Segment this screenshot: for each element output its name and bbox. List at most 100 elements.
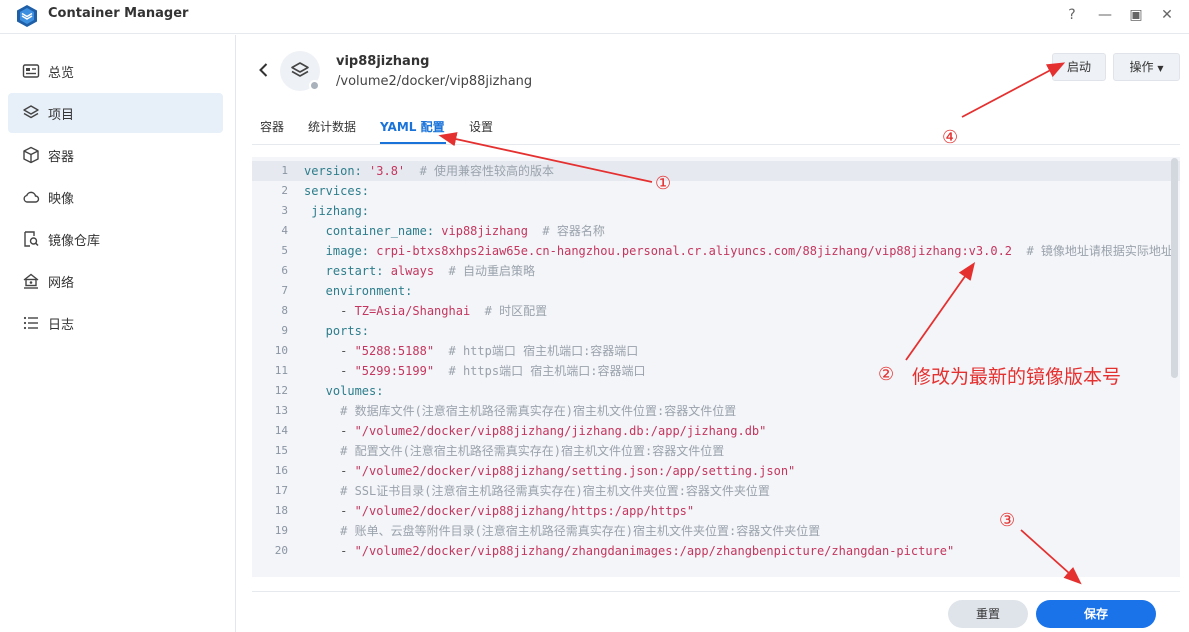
code-token: # 账单、云盘等附件目录(注意宿主机路径需真实存在)宿主机文件夹位置:容器文件夹… <box>304 524 821 538</box>
code-token: volumes: <box>304 384 384 398</box>
code-token: "5299:5199" <box>354 364 435 378</box>
line-code: # 账单、云盘等附件目录(注意宿主机路径需真实存在)宿主机文件夹位置:容器文件夹… <box>304 521 820 541</box>
annotation-number-3: ③ <box>999 510 1016 531</box>
code-token: - <box>304 464 355 478</box>
sidebar: 总览 项目 容器 映像 镜像仓库 网络 日志 <box>0 35 236 632</box>
back-chevron-icon[interactable] <box>255 61 273 79</box>
line-code: - "/volume2/docker/vip88jizhang/https:/a… <box>304 501 694 521</box>
code-token: # 容器名称 <box>527 224 605 238</box>
tab-statistics[interactable]: 统计数据 <box>308 118 356 135</box>
log-list-icon <box>23 316 38 330</box>
image-cloud-icon <box>23 191 40 203</box>
code-token: # 数据库文件(注意宿主机路径需真实存在)宿主机文件位置:容器文件位置 <box>304 404 737 418</box>
line-number: 19 <box>274 524 288 537</box>
line-number: 18 <box>274 504 288 517</box>
close-button[interactable]: ✕ <box>1158 6 1176 24</box>
actions-dropdown-button[interactable]: 操作 ▼ <box>1113 53 1180 81</box>
code-token: # 使用兼容性较高的版本 <box>405 164 555 178</box>
yaml-line: 10 - "5288:5188" # http端口 宿主机端口:容器端口 <box>252 341 1180 361</box>
code-token: vip88jizhang <box>441 224 528 238</box>
arrow-to-start-button <box>961 62 1066 118</box>
sidebar-item-overview[interactable]: 总览 <box>8 51 223 91</box>
line-number: 1 <box>281 164 288 177</box>
annotation-note-version: 修改为最新的镜像版本号 <box>912 366 1122 388</box>
code-token: container_name: <box>304 224 442 238</box>
code-token: "/volume2/docker/vip88jizhang/setting.js… <box>354 464 796 478</box>
actions-label: 操作 <box>1129 60 1154 74</box>
save-button[interactable]: 保存 <box>1036 600 1156 628</box>
yaml-line: 6 restart: always # 自动重启策略 <box>252 261 1180 281</box>
line-number: 3 <box>281 204 288 217</box>
yaml-line: 20 - "/volume2/docker/vip88jizhang/zhang… <box>252 541 1180 561</box>
tab-containers[interactable]: 容器 <box>260 118 284 135</box>
sidebar-item-label: 镜像仓库 <box>48 234 101 249</box>
code-token: "/volume2/docker/vip88jizhang/zhangdanim… <box>354 544 955 558</box>
code-token: ports: <box>304 324 370 338</box>
code-token: # 配置文件(注意宿主机路径需真实存在)宿主机文件位置:容器文件位置 <box>304 444 725 458</box>
editor-scrollbar[interactable] <box>1171 158 1178 378</box>
line-code: container_name: vip88jizhang # 容器名称 <box>304 221 605 241</box>
line-code: version: '3.8' # 使用兼容性较高的版本 <box>304 161 554 181</box>
code-token: # http端口 宿主机端口:容器端口 <box>434 344 639 358</box>
app-title: Container Manager <box>48 6 189 21</box>
footer-divider <box>252 591 1180 592</box>
sidebar-item-label: 映像 <box>48 192 75 207</box>
yaml-line: 17 # SSL证书目录(注意宿主机路径需真实存在)宿主机文件夹位置:容器文件夹… <box>252 481 1180 501</box>
line-number: 12 <box>274 384 288 397</box>
line-code: # 配置文件(注意宿主机路径需真实存在)宿主机文件位置:容器文件位置 <box>304 441 724 461</box>
code-token: version: <box>304 164 370 178</box>
line-code: jizhang: <box>304 201 369 221</box>
sidebar-item-label: 容器 <box>48 150 75 165</box>
code-token: # 镜像地址请根据实际地址 <box>1012 244 1173 258</box>
code-token: "/volume2/docker/vip88jizhang/jizhang.db… <box>354 424 767 438</box>
code-token: # 时区配置 <box>470 304 548 318</box>
help-button[interactable]: ? <box>1063 6 1081 24</box>
line-number: 6 <box>281 264 288 277</box>
container-manager-logo-icon <box>17 5 37 27</box>
sidebar-item-label: 日志 <box>48 318 75 333</box>
sidebar-item-label: 网络 <box>48 276 75 291</box>
container-cube-icon <box>23 146 39 164</box>
minimize-button[interactable]: — <box>1096 6 1114 24</box>
annotation-number-4: ④ <box>942 127 959 148</box>
code-token: image: <box>304 244 377 258</box>
yaml-line: 13 # 数据库文件(注意宿主机路径需真实存在)宿主机文件位置:容器文件位置 <box>252 401 1180 421</box>
sidebar-item-container[interactable]: 容器 <box>8 135 223 175</box>
code-token: "/volume2/docker/vip88jizhang/https:/app… <box>354 504 695 518</box>
line-code: # 数据库文件(注意宿主机路径需真实存在)宿主机文件位置:容器文件位置 <box>304 401 736 421</box>
line-number: 2 <box>281 184 288 197</box>
network-house-icon <box>23 273 39 289</box>
yaml-line: 19 # 账单、云盘等附件目录(注意宿主机路径需真实存在)宿主机文件夹位置:容器… <box>252 521 1180 541</box>
yaml-line: 5 image: crpi-btxs8xhps2iaw65e.cn-hangzh… <box>252 241 1180 261</box>
line-code: # SSL证书目录(注意宿主机路径需真实存在)宿主机文件夹位置:容器文件夹位置 <box>304 481 770 501</box>
line-number: 5 <box>281 244 288 257</box>
line-number: 16 <box>274 464 288 477</box>
registry-search-icon <box>24 231 39 247</box>
sidebar-item-registry[interactable]: 镜像仓库 <box>8 219 223 259</box>
sidebar-item-project[interactable]: 项目 <box>8 93 223 133</box>
code-token: - <box>304 544 355 558</box>
code-token: - <box>304 504 355 518</box>
code-token: - <box>304 344 355 358</box>
yaml-line: 16 - "/volume2/docker/vip88jizhang/setti… <box>252 461 1180 481</box>
yaml-line: 9 ports: <box>252 321 1180 341</box>
line-number: 15 <box>274 444 288 457</box>
code-token: restart: <box>304 264 391 278</box>
annotation-number-2: ② <box>878 364 895 385</box>
reset-button[interactable]: 重置 <box>948 600 1028 628</box>
code-token: # https端口 宿主机端口:容器端口 <box>434 364 646 378</box>
start-button[interactable]: 启动 <box>1052 53 1106 81</box>
sidebar-item-network[interactable]: 网络 <box>8 261 223 301</box>
tab-yaml-config[interactable]: YAML 配置 <box>380 118 445 135</box>
yaml-line: 18 - "/volume2/docker/vip88jizhang/https… <box>252 501 1180 521</box>
maximize-button[interactable]: ▣ <box>1127 6 1145 24</box>
sidebar-item-image[interactable]: 映像 <box>8 177 223 217</box>
yaml-line: 7 environment: <box>252 281 1180 301</box>
project-layers-icon <box>291 62 309 77</box>
line-number: 4 <box>281 224 288 237</box>
code-token: crpi-btxs8xhps2iaw65e.cn-hangzhou.person… <box>376 244 1013 258</box>
sidebar-item-log[interactable]: 日志 <box>8 303 223 343</box>
line-number: 20 <box>274 544 288 557</box>
caret-down-icon: ▼ <box>1157 64 1164 73</box>
tab-settings[interactable]: 设置 <box>469 118 493 135</box>
